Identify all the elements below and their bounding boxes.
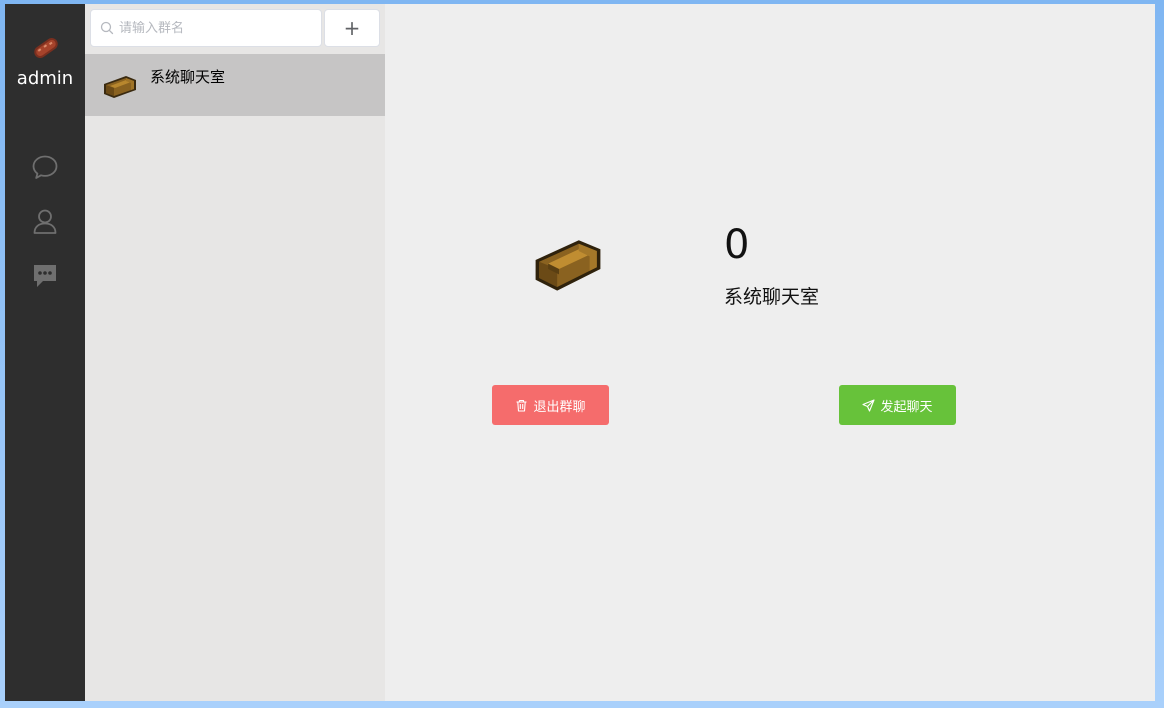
user-icon bbox=[33, 209, 57, 234]
quit-group-button[interactable]: 退出群聊 bbox=[492, 385, 609, 425]
group-list-panel: + 系统聊天室 bbox=[85, 4, 385, 701]
couch-icon bbox=[535, 240, 601, 291]
group-title: 系统聊天室 bbox=[724, 286, 820, 308]
nav-groups-button[interactable] bbox=[28, 259, 62, 293]
nav-sidebar: admin bbox=[5, 4, 85, 701]
chat-bubble-icon bbox=[32, 155, 58, 179]
sausage-avatar-icon[interactable] bbox=[30, 32, 62, 64]
couch-icon bbox=[104, 76, 136, 98]
trash-icon bbox=[516, 399, 527, 412]
quit-group-label: 退出群聊 bbox=[533, 399, 586, 415]
search-input[interactable] bbox=[119, 20, 309, 36]
username-label: admin bbox=[16, 68, 74, 89]
search-icon bbox=[100, 21, 114, 35]
nav-chat-button[interactable] bbox=[28, 150, 62, 184]
list-item-label: 系统聊天室 bbox=[150, 68, 226, 86]
member-count: 0 bbox=[724, 222, 750, 268]
search-box[interactable] bbox=[90, 9, 322, 47]
start-chat-label: 发起聊天 bbox=[880, 399, 933, 415]
message-dots-icon bbox=[34, 265, 56, 287]
list-item[interactable]: 系统聊天室 bbox=[85, 54, 385, 116]
start-chat-button[interactable]: 发起聊天 bbox=[839, 385, 956, 425]
send-icon bbox=[862, 398, 876, 412]
app-window: admin 请输入群名 + 系统聊天室 0 系统聊天室 退出群聊 发起聊天 bbox=[5, 4, 1155, 701]
add-group-button[interactable]: + bbox=[324, 9, 380, 47]
group-detail-panel: 0 系统聊天室 退出群聊 发起聊天 bbox=[385, 4, 1155, 701]
nav-contacts-button[interactable] bbox=[28, 204, 62, 238]
